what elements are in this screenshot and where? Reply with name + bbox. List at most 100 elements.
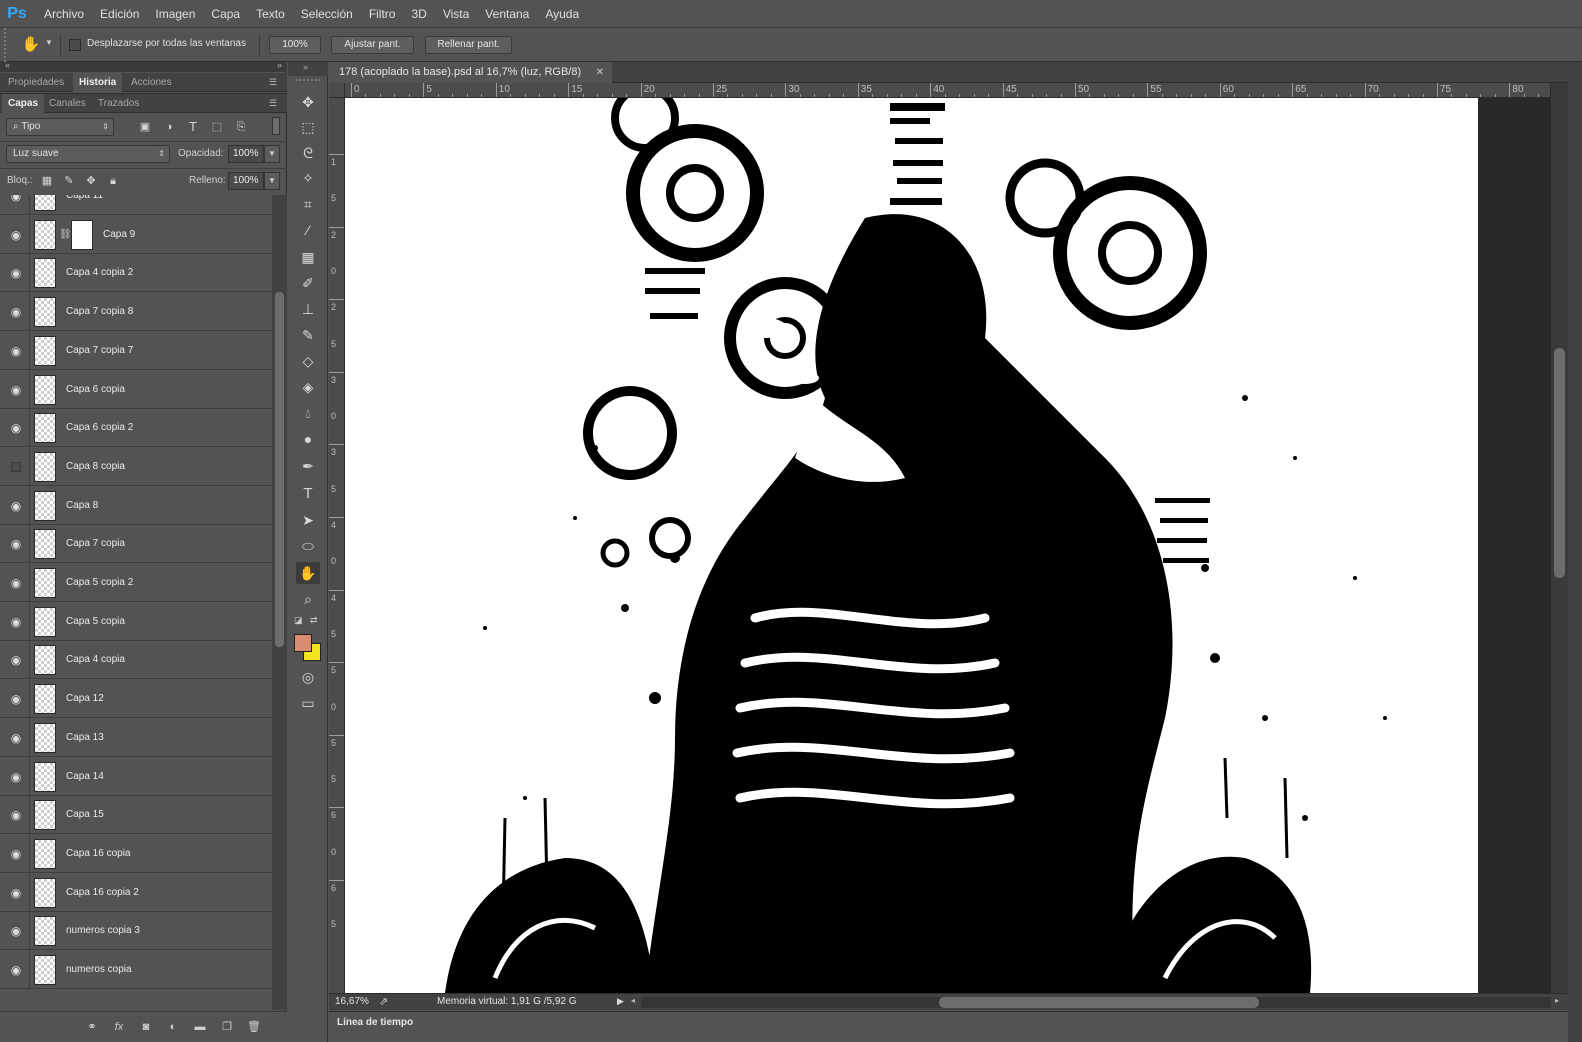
layer-row[interactable]: ◉ Capa 5 copia (0, 602, 272, 641)
eye-icon[interactable]: ◉ (9, 809, 23, 821)
layer-thumbnail[interactable] (34, 568, 56, 598)
menu-ventana[interactable]: Ventana (477, 0, 537, 28)
filter-smart-object-icon[interactable]: ⎘ (233, 119, 249, 135)
zoom-tool-icon[interactable]: ⌕ (296, 588, 320, 610)
layer-row[interactable]: ◉ Capa 6 copia (0, 370, 272, 409)
timeline-tab[interactable]: Línea de tiempo (337, 1017, 413, 1028)
layer-name[interactable]: Capa 7 copia 8 (66, 293, 133, 331)
canvas-vertical-scrollbar[interactable] (1550, 83, 1568, 993)
blur-tool-icon[interactable]: 💧︎ (296, 402, 320, 424)
layer-row[interactable]: ◉ Capa 14 (0, 757, 272, 796)
eye-icon[interactable]: ◉ (9, 500, 23, 512)
paint-bucket-tool-icon[interactable]: ◈ (296, 376, 320, 398)
layer-style-fx-icon[interactable]: fx (111, 1019, 127, 1035)
menu-3d[interactable]: 3D (403, 0, 434, 28)
tab-trazados[interactable]: Trazados (92, 94, 145, 113)
quick-selection-tool-icon[interactable]: ✧ (296, 167, 320, 189)
layer-thumbnail[interactable] (34, 761, 56, 792)
layer-name[interactable]: numeros copia (66, 951, 132, 989)
layer-row[interactable]: ◉ Capa 12 (0, 680, 272, 719)
layer-name[interactable]: Capa 7 copia 7 (66, 332, 133, 370)
layer-thumbnail[interactable] (34, 800, 56, 831)
layer-thumbnail[interactable] (34, 219, 56, 250)
clone-stamp-tool-icon[interactable]: ⊥ (296, 298, 320, 320)
new-group-folder-icon[interactable]: ▬ (192, 1019, 208, 1035)
layer-filter-dropdown[interactable]: ⌕ Tipo ⇕ (6, 118, 114, 136)
layer-mask-thumbnail[interactable] (71, 219, 93, 250)
layer-thumbnail[interactable] (34, 645, 56, 676)
eye-icon[interactable]: ◉ (9, 267, 23, 279)
layer-name[interactable]: Capa 12 (66, 680, 104, 718)
layer-name[interactable]: Capa 4 copia (66, 641, 125, 679)
layer-thumbnail[interactable] (34, 335, 56, 366)
layer-row[interactable]: ◉ Capa 11 (0, 195, 272, 215)
collapse-arrows-icon[interactable]: » (303, 62, 308, 72)
layer-row[interactable]: ◉ numeros copia (0, 951, 272, 989)
blend-mode-dropdown[interactable]: Luz suave ⇕ (6, 145, 170, 163)
layer-thumbnail[interactable] (34, 529, 56, 560)
filter-type-icon[interactable]: T (185, 119, 201, 135)
layer-name[interactable]: Capa 14 (66, 758, 104, 796)
layer-name[interactable]: Capa 8 copia (66, 448, 125, 486)
scroll-left-icon[interactable]: ◂ (631, 996, 635, 1005)
scroll-right-icon[interactable]: ▸ (1555, 996, 1559, 1005)
layers-scrollbar-thumb[interactable] (275, 292, 284, 647)
layer-thumbnail[interactable] (34, 722, 56, 753)
layer-row[interactable]: ◉ Capa 16 copia (0, 834, 272, 873)
lock-position-icon[interactable]: ✥ (83, 173, 99, 189)
document-tab[interactable]: 178 (acoplado la base).psd al 16,7% (luz… (329, 62, 612, 83)
ruler-origin[interactable] (329, 83, 345, 98)
panel-dock-header[interactable]: « » (0, 60, 287, 72)
menu-seleccion[interactable]: Selección (293, 0, 361, 28)
tools-panel-header[interactable]: » (288, 62, 328, 76)
layer-name[interactable]: Capa 9 (103, 216, 135, 254)
layer-row[interactable]: ◉ ⛓ Capa 9 (0, 215, 272, 254)
menu-ayuda[interactable]: Ayuda (537, 0, 587, 28)
layer-row[interactable]: ◉ numeros copia 3 (0, 912, 272, 951)
eye-icon[interactable]: ◉ (9, 771, 23, 783)
move-tool-icon[interactable]: ✥ (296, 91, 320, 113)
layer-name[interactable]: Capa 11 (66, 195, 103, 215)
link-layers-icon[interactable]: ⚭ (84, 1019, 100, 1035)
crop-tool-icon[interactable]: ⌗ (296, 193, 320, 215)
layer-thumbnail[interactable] (34, 955, 56, 985)
healing-brush-tool-icon[interactable]: ▦ (296, 246, 320, 268)
layer-row[interactable]: ◉ Capa 7 copia 8 (0, 293, 272, 332)
layer-row[interactable]: Capa 8 copia (0, 447, 272, 486)
tab-capas[interactable]: Capas (2, 94, 45, 113)
close-icon[interactable]: ✕ (596, 62, 604, 83)
eye-icon[interactable]: ◉ (9, 616, 23, 628)
menu-imagen[interactable]: Imagen (147, 0, 203, 28)
eye-icon[interactable]: ◉ (9, 577, 23, 589)
layer-thumbnail[interactable] (34, 838, 56, 869)
layer-row[interactable]: ◉ Capa 6 copia 2 (0, 409, 272, 448)
eye-icon[interactable]: ◉ (9, 306, 23, 318)
menu-archivo[interactable]: Archivo (36, 0, 92, 28)
quick-mask-icon[interactable]: ◎ (296, 666, 320, 688)
menu-capa[interactable]: Capa (203, 0, 248, 28)
panel-menu-icon[interactable]: ☰ (269, 77, 281, 87)
menu-edicion[interactable]: Edición (92, 0, 147, 28)
layer-name[interactable]: Capa 15 (66, 796, 104, 834)
layer-thumbnail[interactable] (34, 258, 56, 289)
menu-texto[interactable]: Texto (248, 0, 293, 28)
eyedropper-tool-icon[interactable]: ⁄ (296, 219, 320, 241)
layer-row[interactable]: ◉ Capa 15 (0, 796, 272, 835)
tab-acciones[interactable]: Acciones (125, 73, 178, 92)
layer-row[interactable]: ◉ Capa 13 (0, 718, 272, 757)
pen-tool-icon[interactable]: ✒ (296, 455, 320, 477)
layer-row[interactable]: ◉ Capa 4 copia (0, 641, 272, 680)
type-tool-icon[interactable]: T (296, 483, 320, 505)
eye-icon[interactable]: ◉ (9, 538, 23, 550)
add-mask-icon[interactable]: ◙ (138, 1019, 154, 1035)
zoom-level[interactable]: 16,67% (335, 996, 369, 1007)
new-adjustment-layer-icon[interactable]: ◐ (165, 1019, 181, 1035)
menu-filtro[interactable]: Filtro (361, 0, 404, 28)
layer-name[interactable]: Capa 4 copia 2 (66, 254, 133, 292)
layer-name[interactable]: Capa 5 copia 2 (66, 564, 133, 602)
tab-historia[interactable]: Historia (73, 73, 123, 92)
eye-icon[interactable]: ◉ (9, 195, 23, 202)
tool-preset-chevron-down-icon[interactable]: ▼ (45, 38, 53, 47)
layer-thumbnail[interactable] (34, 297, 56, 328)
layer-name[interactable]: numeros copia 3 (66, 912, 140, 950)
